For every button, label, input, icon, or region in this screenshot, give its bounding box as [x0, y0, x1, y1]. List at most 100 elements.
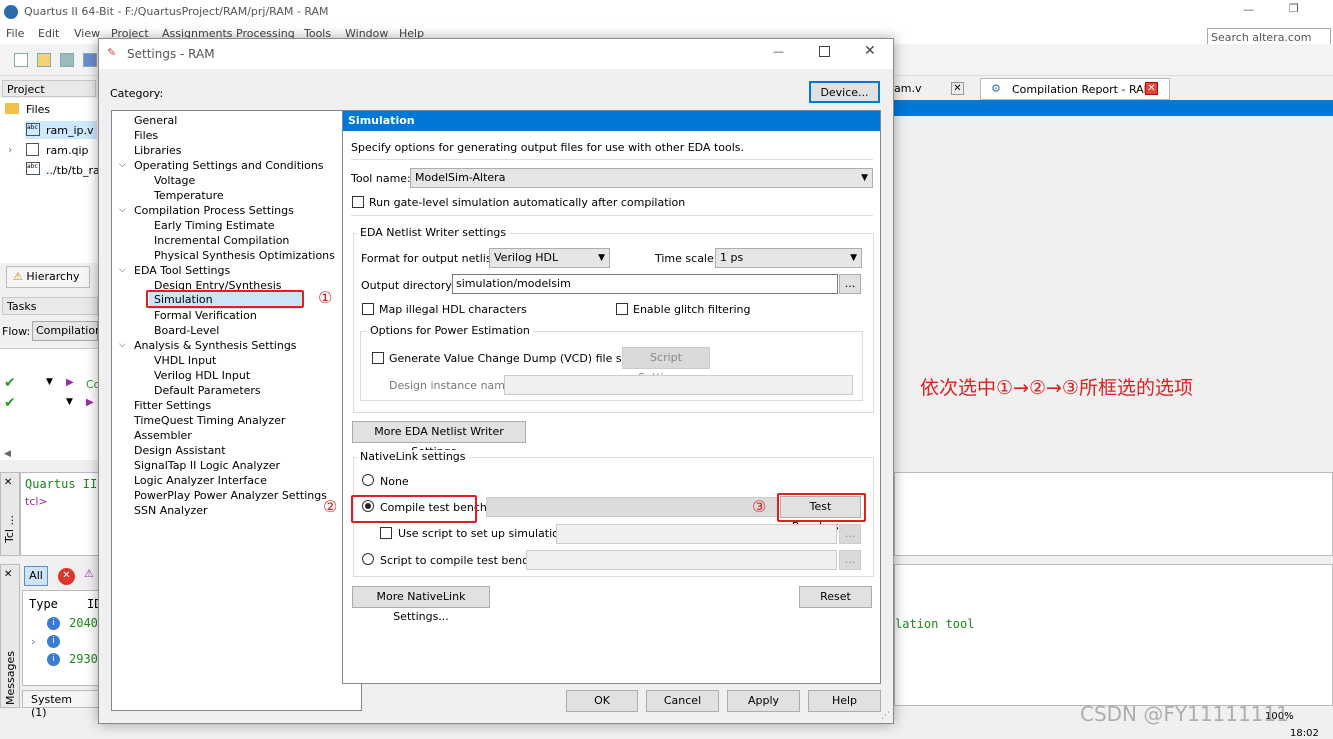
new-file-icon[interactable]: [14, 53, 28, 67]
restore-icon[interactable]: ❐: [1289, 2, 1299, 15]
tree-item[interactable]: Early Timing Estimate: [154, 218, 275, 233]
tree-item[interactable]: Verilog HDL Input: [154, 368, 250, 383]
expand-icon[interactable]: ›: [8, 143, 12, 156]
open-folder-icon[interactable]: [37, 53, 51, 67]
minimize-icon[interactable]: —: [1243, 3, 1254, 16]
use-script-input[interactable]: [556, 524, 837, 544]
tree-item[interactable]: Assembler: [134, 428, 192, 443]
chevron-down-icon[interactable]: ▼: [46, 377, 53, 387]
play-icon[interactable]: ▶: [66, 377, 74, 388]
tree-item[interactable]: Logic Analyzer Interface: [134, 473, 267, 488]
run-gate-level-checkbox[interactable]: [352, 196, 364, 208]
menu-edit[interactable]: Edit: [38, 27, 59, 40]
close-icon[interactable]: ✕: [864, 43, 876, 59]
messages-side-tab[interactable]: ✕ Messages: [0, 564, 20, 708]
chevron-down-icon[interactable]: ▼: [66, 397, 73, 407]
system-tab[interactable]: System (1): [22, 690, 100, 719]
timescale-select[interactable]: 1 ps ▼: [715, 248, 862, 268]
expand-icon[interactable]: ›: [31, 635, 35, 648]
tcl-side-tab[interactable]: ✕ Tcl ...: [0, 472, 20, 556]
format-select[interactable]: Verilog HDL ▼: [489, 248, 610, 268]
tree-item[interactable]: PowerPlay Power Analyzer Settings: [134, 488, 327, 503]
apply-button[interactable]: Apply: [727, 690, 800, 712]
ok-button[interactable]: OK: [566, 690, 638, 712]
tree-item[interactable]: Analysis & Synthesis Settings: [134, 338, 297, 353]
chevron-down-icon[interactable]: ⌵: [119, 160, 126, 170]
minimize-icon[interactable]: —: [773, 45, 784, 58]
more-nativelink-button[interactable]: More NativeLink Settings...: [352, 586, 490, 623]
doc-tab-ram-v[interactable]: am.v: [894, 82, 921, 95]
hierarchy-tab[interactable]: ⚠ Hierarchy: [6, 266, 90, 288]
tree-item[interactable]: Operating Settings and Conditions: [134, 158, 324, 173]
tree-item[interactable]: General: [134, 113, 177, 128]
radio-script-compile[interactable]: [362, 553, 374, 565]
file-tb[interactable]: ../tb/tb_ra: [46, 164, 100, 177]
tree-item[interactable]: Design Assistant: [134, 443, 226, 458]
doc-tab-compilation-report[interactable]: ⚙ Compilation Report - RAM ✕: [980, 78, 1170, 100]
chevron-down-icon[interactable]: ⌵: [119, 265, 126, 275]
reset-button[interactable]: Reset: [799, 586, 872, 608]
tree-item[interactable]: Incremental Compilation: [154, 233, 289, 248]
resize-grip-icon[interactable]: ⋰: [881, 711, 890, 721]
more-eda-settings-button[interactable]: More EDA Netlist Writer Settings...: [352, 421, 526, 458]
maximize-icon[interactable]: [819, 46, 830, 57]
files-folder-label[interactable]: Files: [26, 103, 50, 116]
output-dir-input[interactable]: simulation/modelsim: [452, 274, 838, 294]
save-icon[interactable]: [60, 53, 74, 67]
use-script-checkbox[interactable]: [380, 527, 392, 539]
tree-item[interactable]: Default Parameters: [154, 383, 261, 398]
browse-use-script-button[interactable]: ...: [839, 524, 861, 544]
map-illegal-checkbox[interactable]: [362, 303, 374, 315]
tree-item[interactable]: Fitter Settings: [134, 398, 211, 413]
timescale-value: 1 ps: [720, 251, 744, 264]
chevron-down-icon[interactable]: ⌵: [119, 205, 126, 215]
file-ram-ip[interactable]: ram_ip.v: [46, 124, 94, 137]
close-icon[interactable]: ✕: [4, 477, 12, 488]
browse-output-dir-button[interactable]: ...: [839, 274, 861, 294]
script-settings-button[interactable]: Script Settings...: [622, 347, 710, 384]
error-filter-icon[interactable]: ✕: [58, 568, 75, 585]
tree-item[interactable]: EDA Tool Settings: [134, 263, 230, 278]
menu-view[interactable]: View: [74, 27, 100, 40]
tree-item[interactable]: Files: [134, 128, 158, 143]
script-compile-input[interactable]: [526, 550, 837, 570]
menu-file[interactable]: File: [6, 27, 24, 40]
message-id[interactable]: 2930: [69, 652, 98, 666]
close-tab-icon[interactable]: ✕: [951, 82, 964, 95]
close-tab-icon[interactable]: ✕: [1145, 82, 1158, 95]
play-icon[interactable]: ▶: [86, 397, 94, 408]
save-all-icon[interactable]: [83, 53, 97, 67]
flow-select[interactable]: Compilation: [32, 321, 102, 341]
cancel-button[interactable]: Cancel: [646, 690, 719, 712]
tool-name-select[interactable]: ModelSim-Altera ▼: [410, 168, 873, 188]
radio-none[interactable]: [362, 474, 374, 486]
tree-item[interactable]: Libraries: [134, 143, 182, 158]
compile-test-bench-input[interactable]: [486, 497, 778, 517]
tcl-console-left[interactable]: Quartus II tcl>: [20, 472, 100, 556]
message-id[interactable]: 2040: [69, 616, 98, 630]
tree-item[interactable]: Voltage: [154, 173, 195, 188]
browse-script-compile-button[interactable]: ...: [839, 550, 861, 570]
tree-item[interactable]: TimeQuest Timing Analyzer: [134, 413, 285, 428]
tree-item[interactable]: VHDL Input: [154, 353, 216, 368]
close-icon[interactable]: ✕: [4, 569, 12, 580]
tree-item[interactable]: SSN Analyzer: [134, 503, 208, 518]
design-instance-input[interactable]: [504, 375, 853, 395]
scroll-left-icon[interactable]: ◀: [4, 449, 11, 459]
tree-item[interactable]: SignalTap II Logic Analyzer: [134, 458, 280, 473]
tree-item[interactable]: Board-Level: [154, 323, 219, 338]
tcl-console-right[interactable]: [894, 472, 1333, 556]
file-ram-qip[interactable]: ram.qip: [46, 144, 89, 157]
help-button[interactable]: Help: [808, 690, 881, 712]
tree-item[interactable]: Formal Verification: [154, 308, 257, 323]
tree-item[interactable]: Compilation Process Settings: [134, 203, 294, 218]
warning-filter-icon[interactable]: ⚠: [84, 567, 94, 580]
tree-item[interactable]: Temperature: [154, 188, 224, 203]
document-tab-bar: am.v ✕ ⚙ Compilation Report - RAM ✕: [894, 78, 1333, 100]
device-button[interactable]: Device...: [809, 81, 880, 103]
chevron-down-icon[interactable]: ⌵: [119, 340, 126, 350]
glitch-filter-checkbox[interactable]: [616, 303, 628, 315]
filter-all-button[interactable]: All: [24, 566, 48, 586]
vcd-checkbox[interactable]: [372, 352, 384, 364]
tree-item[interactable]: Physical Synthesis Optimizations: [154, 248, 335, 263]
